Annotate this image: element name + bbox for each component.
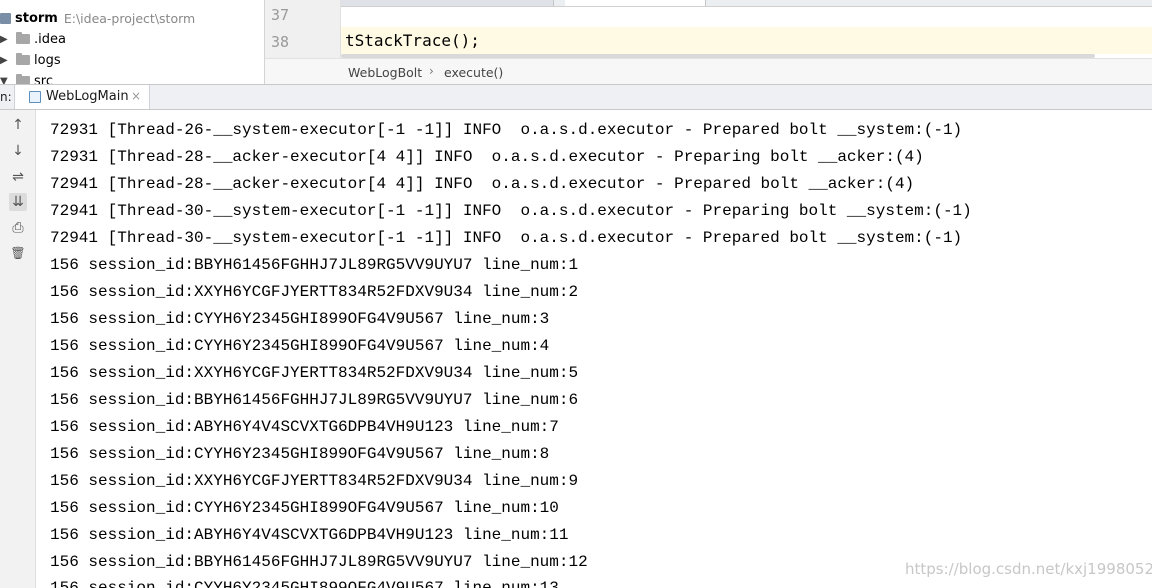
run-config-icon bbox=[29, 91, 41, 103]
console-line: 156 session_id:CYYH6Y2345GHI899OFG4V9U56… bbox=[50, 499, 559, 517]
console-line: 156 session_id:XXYH6YCGFJYERTT834R52FDXV… bbox=[50, 472, 579, 490]
console-line: 156 session_id:ABYH6Y4V4SCVXTG6DPB4VH9U1… bbox=[50, 418, 559, 436]
tree-item-label: logs bbox=[34, 52, 61, 68]
console-line: 156 session_id:CYYH6Y2345GHI899OFG4V9U56… bbox=[50, 579, 559, 588]
print-icon[interactable]: ⎙ bbox=[9, 219, 27, 237]
trash-icon[interactable]: 🗑 bbox=[9, 244, 27, 262]
console-line: 156 session_id:CYYH6Y2345GHI899OFG4V9U56… bbox=[50, 337, 550, 355]
folder-icon bbox=[16, 74, 30, 84]
console-line: 156 session_id:BBYH61456FGHHJ7JL89RG5VV9… bbox=[50, 256, 579, 274]
console-line: 156 session_id:XXYH6YCGFJYERTT834R52FDXV… bbox=[50, 364, 579, 382]
code-editor[interactable]: 37 38 tStackTrace(); bbox=[265, 0, 1152, 58]
code-text[interactable]: tStackTrace(); bbox=[345, 31, 480, 50]
project-root-row[interactable]: storm E:\idea-project\storm bbox=[0, 8, 195, 28]
editor-tab-active[interactable] bbox=[565, 0, 706, 6]
console-line: 72941 [Thread-30-__system-executor[-1 -1… bbox=[50, 202, 972, 220]
run-tab-label: WebLogMain bbox=[46, 89, 129, 104]
console-output[interactable]: 72931 [Thread-26-__system-executor[-1 -1… bbox=[36, 110, 1152, 588]
run-label: n: bbox=[0, 90, 12, 104]
console-line: 156 session_id:BBYH61456FGHHJ7JL89RG5VV9… bbox=[50, 553, 588, 571]
tree-item-idea[interactable]: ▶ .idea bbox=[0, 29, 66, 49]
project-path: E:\idea-project\storm bbox=[63, 10, 196, 26]
tree-item-label: src bbox=[34, 73, 53, 85]
console-line: 156 session_id:CYYH6Y2345GHI899OFG4V9U56… bbox=[50, 445, 550, 463]
console-line: 72941 [Thread-28-__acker-executor[4 4]] … bbox=[50, 175, 915, 193]
breadcrumb-method[interactable]: execute() bbox=[444, 65, 503, 80]
chevron-right-icon[interactable]: ▶ bbox=[0, 55, 10, 66]
breadcrumb: WebLogBolt › execute() bbox=[265, 58, 1152, 85]
project-tree: storm E:\idea-project\storm ▶ .idea ▶ lo… bbox=[0, 0, 265, 84]
console-line: 72931 [Thread-28-__acker-executor[4 4]] … bbox=[50, 148, 924, 166]
chevron-down-icon[interactable]: ▼ bbox=[0, 76, 10, 85]
folder-icon bbox=[16, 53, 30, 65]
console-toolbar: ↑ ↓ ⇌ ⇊ ⎙ 🗑 bbox=[0, 110, 36, 588]
project-name: storm bbox=[15, 10, 58, 26]
arrow-up-icon[interactable]: ↑ bbox=[9, 116, 27, 134]
arrow-down-icon[interactable]: ↓ bbox=[9, 142, 27, 160]
tree-item-label: .idea bbox=[34, 31, 66, 47]
tree-item-src[interactable]: ▼ src bbox=[0, 71, 53, 84]
line-number: 38 bbox=[271, 33, 290, 51]
console-line: 72941 [Thread-30-__system-executor[-1 -1… bbox=[50, 229, 963, 247]
breadcrumb-class[interactable]: WebLogBolt bbox=[348, 65, 422, 80]
module-icon bbox=[0, 12, 11, 24]
scroll-to-end-icon[interactable]: ⇊ bbox=[9, 193, 27, 211]
console-line: 72931 [Thread-26-__system-executor[-1 -1… bbox=[50, 121, 963, 139]
chevron-right-icon[interactable]: ▶ bbox=[0, 34, 10, 45]
tab-webLogMain[interactable]: WebLogMain × bbox=[14, 85, 150, 109]
watermark: https://blog.csdn.net/kxj19980524 bbox=[905, 560, 1152, 578]
console-line: 156 session_id:ABYH6Y4V4SCVXTG6DPB4VH9U1… bbox=[50, 526, 569, 544]
folder-icon bbox=[16, 32, 30, 44]
tree-item-logs[interactable]: ▶ logs bbox=[0, 50, 61, 70]
close-icon[interactable]: × bbox=[131, 89, 141, 103]
breadcrumb-separator: › bbox=[429, 64, 434, 78]
console-line: 156 session_id:BBYH61456FGHHJ7JL89RG5VV9… bbox=[50, 391, 579, 409]
console-line: 156 session_id:XXYH6YCGFJYERTT834R52FDXV… bbox=[50, 283, 579, 301]
console-line: 156 session_id:CYYH6Y2345GHI899OFG4V9U56… bbox=[50, 310, 550, 328]
run-tool-window-header: n: WebLogMain × bbox=[0, 84, 1152, 110]
editor-tab-strip bbox=[265, 0, 1152, 7]
soft-wrap-icon[interactable]: ⇌ bbox=[9, 168, 27, 186]
line-number: 37 bbox=[271, 6, 290, 24]
